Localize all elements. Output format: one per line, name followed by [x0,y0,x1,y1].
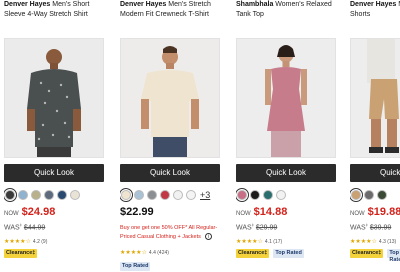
product-image[interactable] [350,38,400,158]
product-card[interactable]: Shambhala Women's Relaxed Tank Top Quick… [236,0,340,272]
model-wearing-patterned-shirt [5,39,103,157]
product-image[interactable] [120,38,220,158]
color-swatch[interactable] [147,190,157,200]
product-brand[interactable]: Denver Hayes [350,1,396,8]
product-title[interactable]: Denver Hayes Men's Short Sleeve 4-Way St… [4,0,108,24]
badges: Clearance‡ Top Rated [236,249,304,258]
badges: Clearance‡ [4,249,38,258]
color-swatch[interactable] [350,188,363,202]
star-rating-icon: ★★★★☆ [236,239,263,245]
product-title[interactable]: Denver Hayes Men's Stretch Modern Fit Cr… [120,0,224,24]
price-row: $22.99 [120,206,154,220]
rating-count: 4.4 (424) [148,249,169,256]
color-swatch[interactable] [18,190,28,200]
clearance-badge: Clearance‡ [350,249,384,258]
top-rated-badge: Top Rated [273,249,304,258]
was-price: $44.99 [23,224,46,232]
color-swatch[interactable] [364,190,374,200]
top-rated-badge: Top Rated [120,262,151,271]
product-card[interactable]: Denver Hayes Men's Short Sleeve 4-Way St… [4,0,108,272]
color-swatch[interactable] [120,188,133,202]
product-image[interactable] [4,38,104,158]
product-brand[interactable]: Denver Hayes [4,1,50,8]
color-swatches: +3 [120,188,210,202]
clearance-badge: Clearance‡ [4,249,38,258]
price-row: NOW $19.88 [350,206,400,220]
rating[interactable]: ★★★★☆ 4.1 (17) [236,237,282,246]
now-label: NOW [4,211,19,217]
color-swatch[interactable] [276,190,286,200]
rating[interactable]: ★★★★☆ 4.2 (9) [4,237,47,246]
quick-look-button[interactable]: Quick Look [120,164,220,182]
color-swatch[interactable] [57,190,67,200]
clearance-badge: Clearance‡ [236,249,270,258]
now-label: NOW [350,211,365,217]
was-label: WAS [350,224,366,232]
color-swatch[interactable] [263,190,273,200]
badges: Clearance‡ Top Rated [350,249,400,263]
quick-look-button[interactable]: Quick Look [350,164,400,182]
was-price-row: WAS‡ $29.99 [236,222,278,232]
quick-look-button[interactable]: Quick Look [4,164,104,182]
badges: Top Rated [120,262,151,271]
star-rating-icon: ★★★★☆ [350,239,377,245]
color-swatches [4,188,80,202]
color-swatch[interactable] [31,190,41,200]
model-wearing-crewneck-tshirt [121,39,219,157]
sale-price: $19.88 [367,206,400,218]
color-swatch[interactable] [70,190,80,200]
rating-count: 4.3 (13) [378,238,397,245]
product-title[interactable]: Denver Hayes Men's Flex Cargo Shorts [350,0,400,24]
color-swatch[interactable] [134,190,144,200]
product-card[interactable]: Denver Hayes Men's Flex Cargo Shorts Qui… [350,0,400,272]
sale-price: $14.88 [253,206,288,218]
was-price: $29.99 [255,224,278,232]
quick-look-button[interactable]: Quick Look [236,164,336,182]
was-price-row: WAS‡ $39.99 [350,222,392,232]
product-title[interactable]: Shambhala Women's Relaxed Tank Top [236,0,340,24]
regular-price: $22.99 [120,206,154,218]
model-wearing-cargo-shorts [351,39,400,157]
rating-count: 4.1 (17) [264,238,283,245]
color-swatch[interactable] [44,190,54,200]
was-label: WAS [236,224,252,232]
star-rating-icon: ★★★★☆ [4,239,31,245]
color-swatch[interactable] [250,190,260,200]
rating[interactable]: ★★★★☆ 4.3 (13) [350,237,396,246]
more-colors-link[interactable]: +3 [200,190,210,200]
rating[interactable]: ★★★★☆ 4.4 (424) [120,248,169,257]
color-swatches [350,188,387,202]
rating-count: 4.2 (9) [32,238,48,245]
color-swatch[interactable] [4,188,17,202]
star-rating-icon: ★★★★☆ [120,250,147,256]
was-price: $39.99 [369,224,392,232]
model-wearing-tank-top [237,39,335,157]
color-swatches [236,188,286,202]
product-carousel: Denver Hayes Men's Short Sleeve 4-Way St… [0,0,400,272]
was-price-row: WAS‡ $44.99 [4,222,46,232]
color-swatch[interactable] [236,188,249,202]
color-swatch[interactable] [160,190,170,200]
color-swatch[interactable] [186,190,196,200]
color-swatch[interactable] [173,190,183,200]
color-swatch[interactable] [377,190,387,200]
product-image[interactable] [236,38,336,158]
sale-price: $24.98 [21,206,56,218]
product-brand[interactable]: Shambhala [236,1,273,8]
product-card[interactable]: Denver Hayes Men's Stretch Modern Fit Cr… [120,0,224,272]
was-label: WAS [4,224,20,232]
now-label: NOW [236,211,251,217]
product-brand[interactable]: Denver Hayes [120,1,166,8]
price-row: NOW $24.98 [4,206,55,220]
price-row: NOW $14.88 [236,206,287,220]
info-icon[interactable]: i [204,233,212,241]
top-rated-badge: Top Rated [387,249,400,263]
promo-text[interactable]: Buy one get one 50% OFF* All Regular-Pri… [120,224,224,242]
